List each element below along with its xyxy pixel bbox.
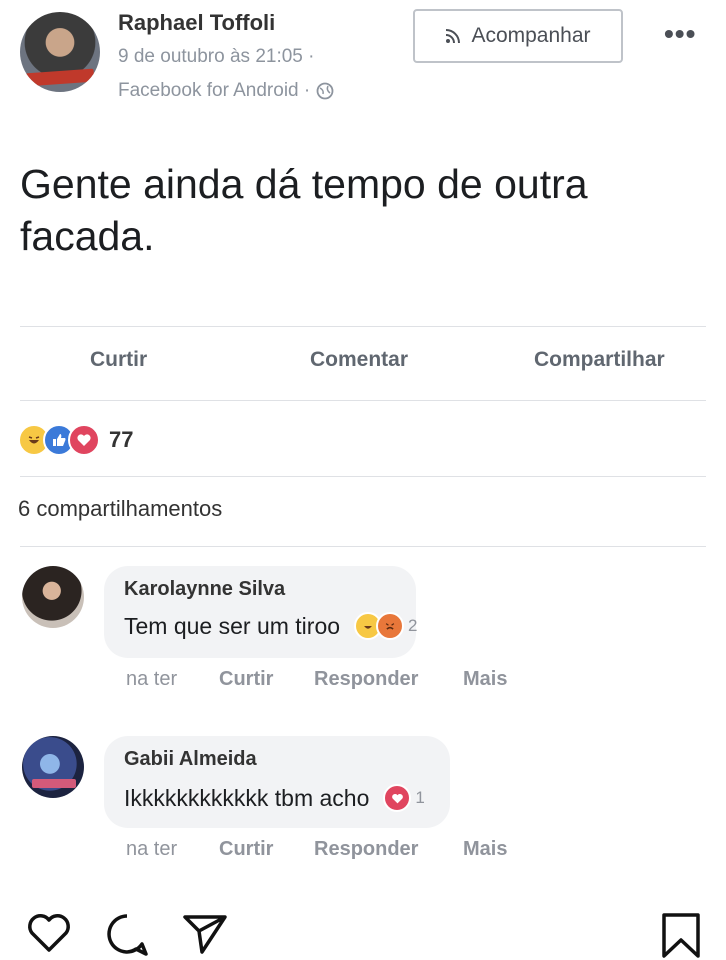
follow-button[interactable]: Acompanhar — [413, 9, 623, 63]
divider — [20, 326, 706, 327]
comment-actions: na ter Curtir Responder Mais — [126, 668, 546, 694]
love-reaction-icon — [383, 784, 412, 812]
comment-text: Tem que ser um tiroo 2 — [124, 612, 418, 640]
post-source: Facebook for Android · — [118, 80, 334, 102]
author-avatar[interactable] — [20, 12, 100, 92]
comment-text: Ikkkkkkkkkkkk tbm acho 1 — [124, 784, 425, 812]
comment-like-button[interactable]: Curtir — [219, 668, 273, 691]
more-options-icon[interactable]: ••• — [664, 18, 696, 50]
globe-icon — [316, 82, 334, 100]
comment-reaction-count: 2 — [408, 616, 418, 635]
reaction-count: 77 — [109, 427, 134, 452]
comment-actions: na ter Curtir Responder Mais — [126, 838, 546, 864]
divider — [20, 546, 706, 547]
comment-reply-button[interactable]: Responder — [314, 838, 418, 861]
send-icon[interactable] — [182, 912, 228, 956]
shares-count[interactable]: 6 compartilhamentos — [18, 496, 222, 522]
comment-reaction-count: 1 — [415, 788, 425, 807]
post-text: Gente ainda dá tempo de outra facada. — [20, 161, 588, 259]
bookmark-icon[interactable] — [660, 912, 702, 958]
heart-icon[interactable] — [26, 912, 72, 954]
comment-reactions[interactable]: 2 — [354, 612, 418, 640]
commenter-name[interactable]: Gabii Almeida — [124, 748, 257, 771]
comment-icon[interactable] — [104, 912, 150, 956]
comment-button[interactable]: Comentar — [310, 348, 408, 372]
comment-text-content: Ikkkkkkkkkkkk tbm acho — [124, 784, 370, 811]
post-timestamp[interactable]: 9 de outubro às 21:05 · — [118, 46, 314, 68]
comment-more-button[interactable]: Mais — [463, 668, 507, 691]
love-reaction-icon — [68, 424, 100, 456]
follow-label: Acompanhar — [471, 24, 591, 47]
rss-icon — [446, 29, 461, 44]
comment-reactions[interactable]: 1 — [383, 784, 425, 812]
comment-time: na ter — [126, 838, 178, 860]
commenter-avatar[interactable] — [22, 736, 84, 798]
post-source-label: Facebook for Android · — [118, 80, 311, 101]
share-button[interactable]: Compartilhar — [534, 348, 665, 372]
divider — [20, 476, 706, 477]
comment-time: na ter — [126, 668, 178, 690]
comment-reply-button[interactable]: Responder — [314, 668, 418, 691]
author-name[interactable]: Raphael Toffoli — [118, 10, 275, 36]
like-button[interactable]: Curtir — [90, 348, 147, 372]
divider — [20, 400, 706, 401]
commenter-avatar[interactable] — [22, 566, 84, 628]
comment-more-button[interactable]: Mais — [463, 838, 507, 861]
comment-text-content: Tem que ser um tiroo — [124, 612, 341, 639]
avatar-badge — [25, 68, 95, 87]
avatar-badge — [32, 779, 76, 788]
commenter-name[interactable]: Karolaynne Silva — [124, 578, 285, 601]
reactions-summary[interactable]: 77 — [18, 424, 133, 456]
angry-reaction-icon — [376, 612, 405, 640]
comment-like-button[interactable]: Curtir — [219, 838, 273, 861]
